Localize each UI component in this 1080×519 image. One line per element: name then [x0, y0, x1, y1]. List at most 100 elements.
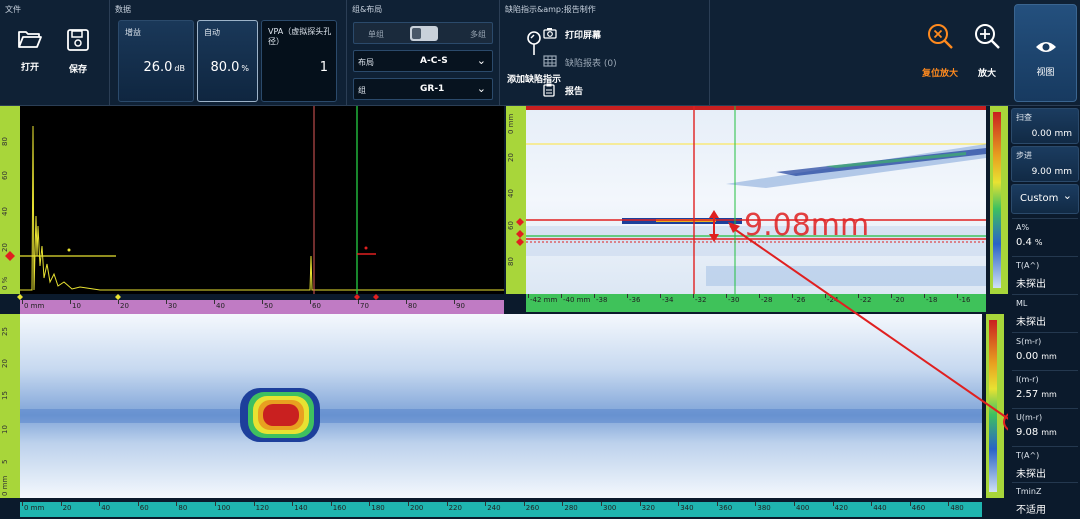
axis-tick-line: [528, 294, 529, 298]
axis-tick-label: 100: [217, 504, 231, 512]
report-label: 报告: [565, 87, 584, 97]
index-label: 步进: [1016, 151, 1032, 160]
multi-group-label: 多组: [470, 30, 486, 39]
custom-select[interactable]: Custom ⌄: [1011, 184, 1079, 214]
gain-value: 26.0 dB: [143, 60, 185, 75]
axis-tick-line: [639, 502, 641, 506]
vpa-tile[interactable]: VPA（虚拟探头孔径） 1: [261, 20, 337, 102]
bscan-gate-markers: [516, 218, 524, 246]
defect-table-label: 缺陷报表 (0): [565, 59, 617, 69]
reading-value: 0.00 mm: [1016, 351, 1057, 362]
toggle-switch[interactable]: [410, 26, 438, 41]
auto-gain-tile[interactable]: 自动 80.0%: [197, 20, 258, 102]
ascan-y-tick: 60: [1, 171, 9, 180]
axis-tick-line: [215, 502, 216, 506]
ascan-x-scale: 0 mm 10 20 30 40 50 60 70 80 90: [20, 300, 504, 314]
reading-label: I(m-r): [1016, 375, 1039, 384]
axis-tick-line: [22, 502, 23, 506]
reset-zoom-button[interactable]: 复位放大: [917, 22, 963, 79]
axis-tick-label: 380: [757, 504, 771, 512]
group-select[interactable]: 组 GR-1 ⌄: [353, 78, 493, 100]
cscan-y-tick: 10: [1, 425, 9, 434]
bscan-y-scale: 0 mm 20 40 60 80: [506, 106, 526, 294]
data-section-title: 数据: [115, 5, 131, 14]
group-mode-toggle[interactable]: 单组 多组: [353, 22, 493, 44]
reading-item[interactable]: A% 0.4%: [1012, 218, 1078, 254]
bscan-annotation: 9.08mm: [744, 208, 870, 243]
open-button[interactable]: 打开: [10, 28, 50, 73]
axis-tick-line: [627, 294, 628, 298]
cscan-y-scale: 0 mm 5 10 15 20 25: [0, 314, 20, 498]
view-button[interactable]: 视图: [1014, 4, 1077, 102]
axis-tick-line: [759, 294, 760, 298]
reading-item[interactable]: TminZ 不适用: [1012, 482, 1078, 518]
axis-tick-label: -16: [959, 296, 971, 304]
reset-zoom-icon: [928, 24, 953, 49]
view-label: 视图: [1036, 68, 1055, 78]
cscan-y-tick: 5: [1, 459, 9, 464]
axis-tick-line: [858, 294, 859, 298]
axis-tick-label: 80: [408, 302, 417, 310]
reading-item[interactable]: T(A^) 未探出: [1012, 446, 1078, 482]
ascan-plot[interactable]: [20, 106, 504, 294]
reading-item[interactable]: T(A^) 未探出: [1012, 256, 1078, 292]
custom-label: Custom: [1020, 193, 1059, 204]
axis-tick-label: 240: [487, 504, 501, 512]
axis-tick-label: 220: [448, 504, 462, 512]
save-button[interactable]: 保存: [58, 28, 98, 75]
axis-tick-line: [891, 294, 892, 298]
chevron-down-icon: ⌄: [476, 54, 486, 67]
zoom-button[interactable]: 放大: [964, 22, 1010, 79]
layout-value: A-C-S: [420, 56, 448, 66]
layout-select[interactable]: 布局 A-C-S ⌄: [353, 50, 493, 72]
bscan-color-palette: [990, 106, 1008, 294]
print-screen-button[interactable]: 打印屏幕: [543, 28, 601, 41]
reading-label: T(A^): [1016, 451, 1040, 460]
reading-item[interactable]: ML 未探出: [1012, 294, 1078, 330]
bscan-y-tick: 80: [507, 257, 515, 266]
bscan-y-tick: 20: [507, 153, 515, 162]
report-button[interactable]: 报告: [543, 83, 584, 97]
auto-value: 80.0%: [210, 60, 249, 75]
axis-tick-line: [446, 502, 448, 506]
axis-tick-label: -34: [662, 296, 674, 304]
scan-axis-button[interactable]: 扫查 0.00 mm: [1011, 108, 1079, 144]
reading-item[interactable]: U(m-r) 9.08 mm: [1012, 408, 1078, 444]
vpa-value: 1: [319, 60, 328, 75]
defect-table-button[interactable]: 缺陷报表 (0): [543, 55, 617, 69]
axis-tick-label: 120: [255, 504, 269, 512]
axis-tick-label: -32: [695, 296, 707, 304]
report-section: 缺陷指示&amp;报告制作 添加缺陷指示 打印屏幕 缺陷报表 (0) 报告: [500, 0, 710, 106]
scan-label: 扫查: [1016, 113, 1032, 122]
axis-tick-label: 400: [796, 504, 810, 512]
reading-label: T(A^): [1016, 261, 1040, 270]
ascan-panel: 80 60 40 20 0 % 0 mm 10 20 30 40 50 60 70 80 90: [0, 106, 506, 314]
axis-tick-label: -30: [728, 296, 740, 304]
scan-value: 0.00 mm: [1031, 129, 1072, 139]
cscan-plot[interactable]: [20, 314, 982, 498]
index-axis-button[interactable]: 步进 9.00 mm: [1011, 146, 1079, 182]
axis-tick-label: 0 mm: [24, 302, 45, 310]
axis-tick-label: -22: [860, 296, 872, 304]
axis-tick-line: [660, 294, 661, 298]
axis-tick-line: [561, 294, 562, 298]
auto-label: 自动: [204, 28, 220, 37]
axis-tick-line: [924, 294, 925, 298]
axis-tick-label: 160: [332, 504, 347, 512]
axis-tick-line: [755, 502, 757, 506]
bscan-x-scale: -42 mm -40 mm -38 -36 -34 -32 -30 -28 -26 -24 -22 -…: [526, 294, 986, 312]
chevron-down-icon: ⌄: [1062, 189, 1072, 202]
ascan-y-tick: 40: [1, 207, 9, 216]
axis-tick-line: [594, 294, 595, 298]
bscan-plot[interactable]: [526, 106, 986, 294]
reading-label: A%: [1016, 223, 1030, 232]
reading-item[interactable]: S(m-r) 0.00 mm: [1012, 332, 1078, 368]
reading-item[interactable]: I(m-r) 2.57 mm: [1012, 370, 1078, 406]
index-value: 9.00 mm: [1031, 167, 1072, 177]
cscan-panel: 0 mm 5 10 15 20 25 0 mm 20 40 60 80 100 120 140…: [0, 314, 1008, 519]
file-section-title: 文件: [5, 5, 21, 14]
axis-tick-label: 320: [641, 504, 655, 512]
chevron-down-icon: ⌄: [476, 82, 486, 95]
gain-tile[interactable]: 增益 26.0 dB: [118, 20, 194, 102]
reading-label: TminZ: [1016, 487, 1042, 496]
